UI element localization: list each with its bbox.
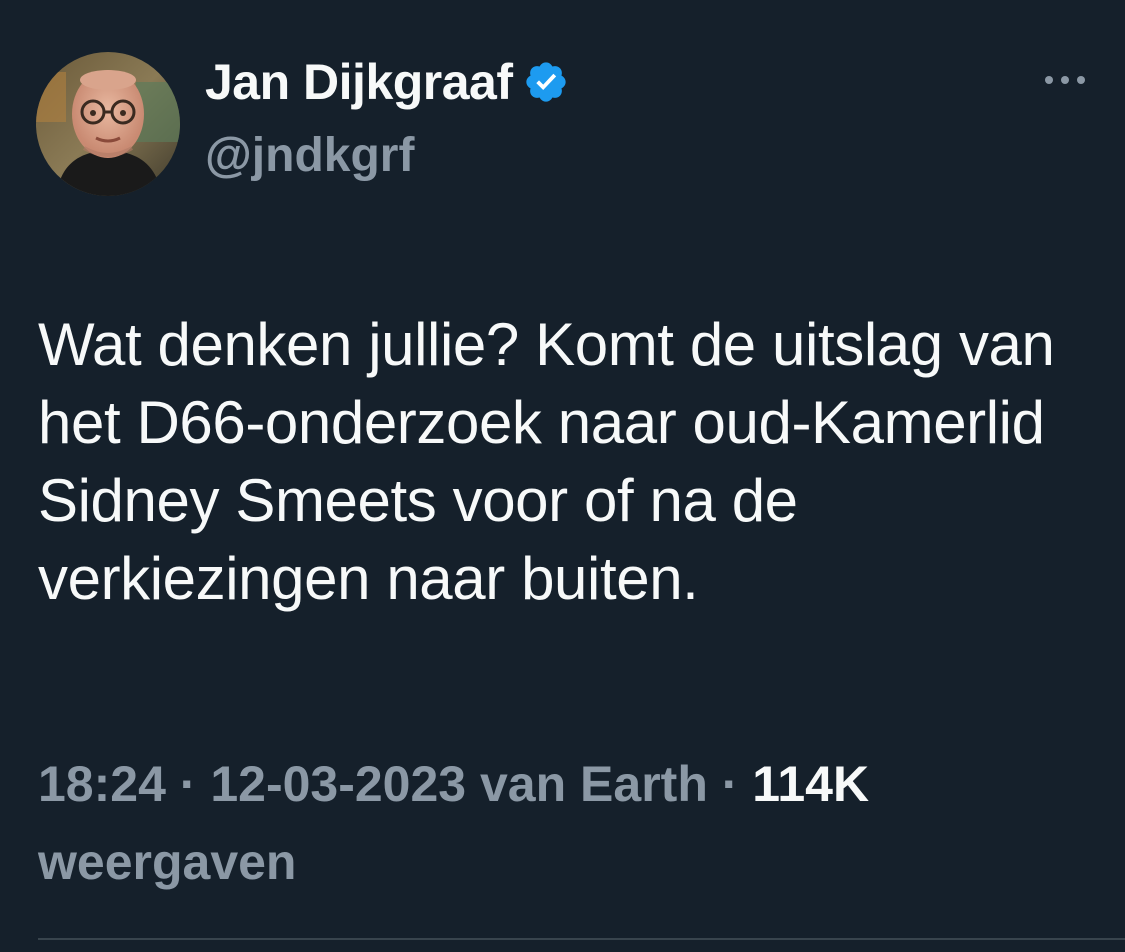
avatar-image [36,52,180,196]
tweet-meta: 18:24 · 12-03-2023 van Earth · 114K weer… [38,745,1098,901]
tweet: Jan Dijkgraaf @jndkgrf Wat denken jullie… [0,0,1125,952]
meta-separator: · [707,756,753,812]
divider [38,938,1125,940]
verified-badge-icon[interactable] [523,59,569,105]
views-count[interactable]: 114K [752,756,869,812]
tweet-source: van Earth [480,756,708,812]
author-display-name[interactable]: Jan Dijkgraaf [205,53,513,111]
more-options-button[interactable] [1030,60,1100,100]
tweet-date[interactable]: 12-03-2023 [210,756,466,812]
tweet-time[interactable]: 18:24 [38,756,166,812]
avatar[interactable] [36,52,180,196]
more-horizontal-icon [1045,76,1085,84]
author-handle[interactable]: @jndkgrf [205,128,414,183]
author-name-row: Jan Dijkgraaf [205,52,569,112]
meta-separator: · [165,756,211,812]
views-label[interactable]: weergaven [38,834,296,890]
tweet-text: Wat denken jullie? Komt de uitslag van h… [38,311,1055,612]
